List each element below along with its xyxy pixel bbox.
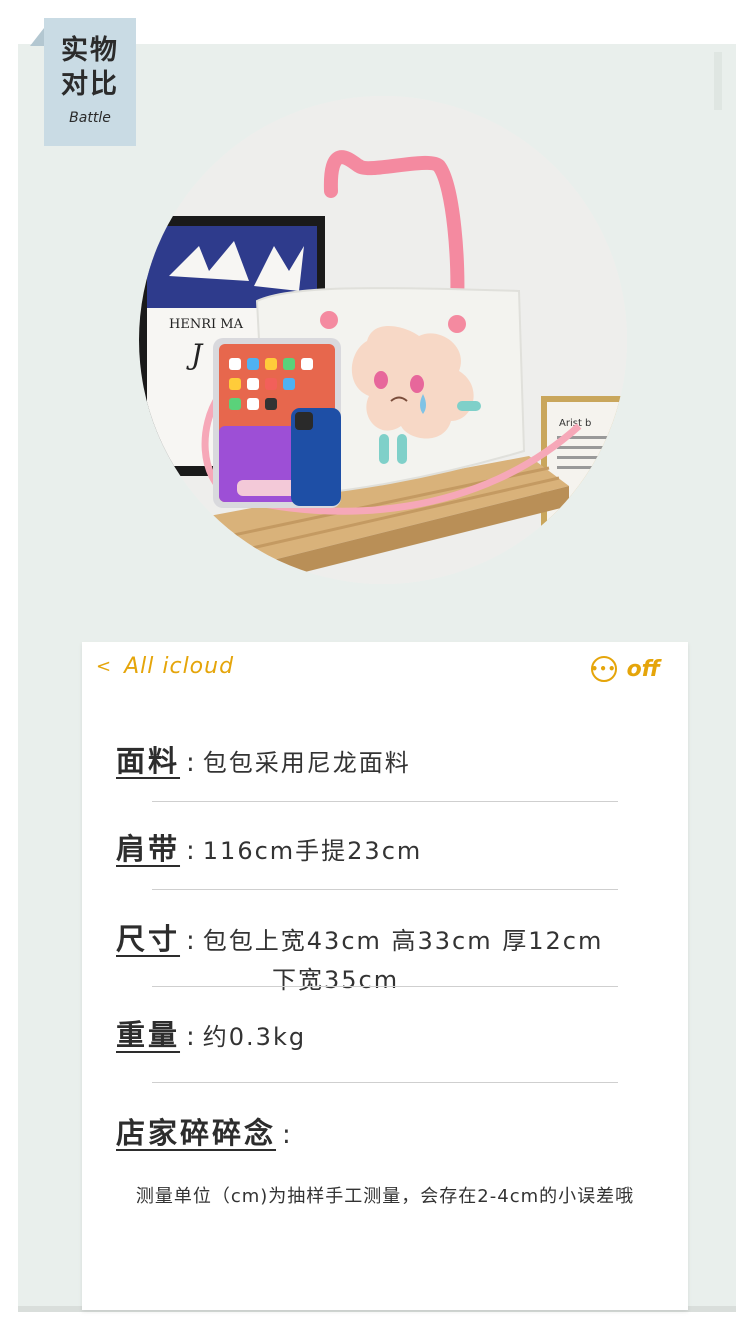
spec-value: 包包采用尼龙面料 [202,749,411,777]
spec-label: 重量 [116,1018,181,1052]
spec-label: 店家碎碎念 [116,1116,277,1150]
spec-colon: : [186,748,195,778]
spec-value-line2: 下宽35cm [272,966,400,994]
spec-row-weight: 重量: 约0.3kg [116,1012,676,1054]
measurement-note: 测量单位（cm)为抽样手工测量，会存在2-4cm的小误差哦 [135,1186,635,1207]
phone [291,408,341,506]
spec-label: 面料 [116,744,181,778]
spec-row-material: 面料: 包包采用尼龙面料 [116,738,676,780]
spec-label: 肩带 [116,832,181,866]
spec-value: 约0.3kg [202,1023,307,1051]
spec-colon: : [282,1120,291,1150]
poster-title: HENRI MA [169,317,244,332]
spec-colon: : [186,926,195,956]
divider [152,1082,618,1083]
battle-badge: 实物 对比 Battle [44,18,136,146]
spec-row-strap: 肩带:116cm手提23cm [116,826,676,868]
badge-line1: 实物 [61,35,119,66]
more-dots-icon: ••• [590,656,617,682]
more-button[interactable]: ••• off [590,656,660,682]
spec-card: < All icloud ••• off 面料: 包包采用尼龙面料 肩带:116c… [82,642,688,1310]
badge-line2: 对比 [61,69,119,100]
notes-topbar: < All icloud ••• off [82,642,688,698]
divider [152,986,618,987]
spec-colon: : [186,836,195,866]
divider [152,889,618,890]
badge-sub: Battle [69,110,111,126]
divider [152,801,618,802]
chevron-left-icon: < [96,656,113,677]
spec-row-size: 尺寸: 包包上宽43cm 高33cm 厚12cm 下宽35cm [116,916,676,995]
badge-fold [30,28,44,46]
decorative-bar [714,52,722,110]
more-label: off [626,656,660,682]
product-photo: HENRI MA J Arist b [139,96,627,584]
back-label: All icloud [124,654,235,679]
spec-row-notes: 店家碎碎念: [116,1110,676,1152]
spec-value: 116cm手提23cm [202,837,423,865]
spec-colon: : [186,1022,195,1052]
spec-label: 尺寸 [116,922,181,956]
back-button[interactable]: < All icloud [96,654,234,679]
spec-value: 包包上宽43cm 高33cm 厚12cm [202,927,604,955]
